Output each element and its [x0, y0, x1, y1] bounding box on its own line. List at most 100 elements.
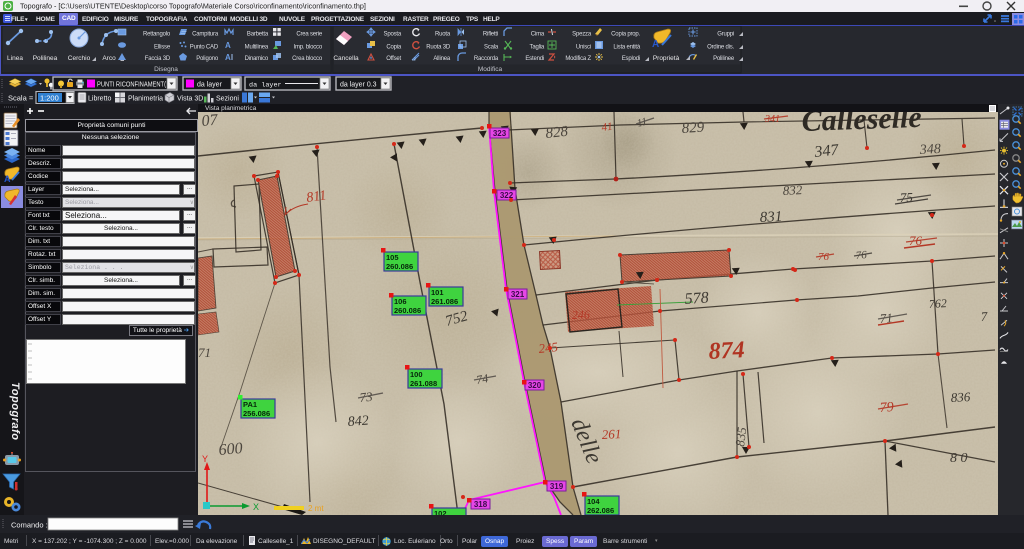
svg-text:A: A [225, 53, 231, 62]
svg-text:261.086: 261.086 [431, 297, 458, 306]
svg-text:Unisci: Unisci [576, 45, 591, 51]
svg-text:347: 347 [813, 141, 841, 161]
svg-text:Dinamico: Dinamico [245, 56, 269, 62]
svg-text:71: 71 [198, 345, 211, 360]
svg-text:Scala =: Scala = [8, 94, 34, 103]
svg-text:Disegna: Disegna [154, 66, 178, 73]
svg-text:da layer: da layer [249, 82, 282, 90]
svg-text:319: 319 [550, 482, 564, 491]
svg-text:Raccorda: Raccorda [474, 56, 499, 62]
svg-text:100: 100 [410, 370, 423, 379]
svg-text:Poligono: Poligono [196, 56, 219, 62]
svg-text:261.088: 261.088 [410, 379, 437, 388]
svg-text:101: 101 [431, 288, 444, 297]
svg-text:A: A [225, 41, 231, 50]
svg-text:106: 106 [394, 297, 407, 306]
svg-text:Polilinea: Polilinea [33, 55, 58, 62]
svg-text:2 mt: 2 mt [308, 504, 324, 513]
svg-text:835: 835 [732, 426, 749, 448]
svg-text:260.086: 260.086 [386, 262, 413, 271]
svg-text:Cancella: Cancella [333, 55, 359, 62]
svg-text:Copia: Copia [386, 45, 402, 51]
svg-text:A: A [4, 174, 11, 184]
svg-text:Scala: Scala [484, 45, 499, 51]
svg-text:762: 762 [928, 296, 947, 311]
svg-text:8 0: 8 0 [950, 451, 968, 466]
svg-text:318: 318 [474, 500, 488, 509]
svg-text:831: 831 [759, 209, 782, 226]
svg-text:7: 7 [980, 309, 988, 324]
svg-text:1:200: 1:200 [40, 94, 59, 103]
svg-text:Linea: Linea [7, 55, 23, 62]
svg-text:PUNTI RICONFINAMENT(: PUNTI RICONFINAMENT( [97, 82, 167, 89]
svg-text:Punto CAD: Punto CAD [190, 45, 219, 51]
svg-text:Crea serie: Crea serie [296, 32, 323, 38]
svg-text:836: 836 [950, 389, 971, 405]
svg-text:104: 104 [587, 497, 600, 506]
svg-text:Ellisse: Ellisse [154, 45, 171, 51]
svg-text:Rifletti: Rifletti [483, 32, 498, 38]
svg-text:Arco: Arco [102, 55, 116, 62]
svg-text:828: 828 [545, 124, 570, 142]
svg-text:Allinea: Allinea [433, 56, 450, 62]
svg-text:Planimetria: Planimetria [128, 96, 163, 103]
svg-text:246: 246 [572, 307, 590, 322]
svg-text:842: 842 [347, 414, 369, 430]
svg-text:Modifica Z: Modifica Z [565, 56, 591, 62]
svg-text:105: 105 [386, 253, 399, 262]
svg-text:Offset: Offset [386, 56, 401, 62]
svg-text:Imp. blocco: Imp. blocco [294, 45, 323, 51]
svg-text:07: 07 [201, 112, 219, 130]
svg-text:341: 341 [764, 114, 780, 125]
svg-text:Cima: Cima [531, 32, 545, 38]
svg-text:321: 321 [511, 290, 525, 299]
svg-text:Faccia 3D: Faccia 3D [145, 56, 171, 62]
svg-text:Ordine dis.: Ordine dis. [707, 45, 734, 51]
svg-text:da layer 0.3: da layer 0.3 [340, 82, 377, 89]
svg-text:Y: Y [202, 454, 208, 464]
svg-text:41: 41 [601, 121, 614, 134]
svg-text:829: 829 [681, 119, 705, 137]
svg-text:Vista 3D: Vista 3D [177, 96, 203, 103]
svg-text:Campitura: Campitura [192, 32, 219, 38]
svg-text:600: 600 [218, 440, 243, 459]
svg-text:Sezioni: Sezioni [216, 96, 239, 103]
svg-text:Multilinea: Multilinea [245, 45, 269, 51]
svg-text:Calleselle: Calleselle [801, 112, 922, 138]
svg-text:Modifica: Modifica [478, 66, 503, 73]
svg-text:260.086: 260.086 [394, 306, 421, 315]
svg-text:X: X [253, 502, 259, 512]
svg-text:256.086: 256.086 [243, 409, 270, 418]
svg-text:Cerchio: Cerchio [68, 55, 91, 62]
svg-text:Taglia: Taglia [530, 45, 545, 51]
svg-text:578: 578 [684, 289, 709, 308]
svg-text:Libretto: Libretto [88, 96, 111, 103]
svg-text:Estendi: Estendi [525, 56, 544, 62]
svg-text:Gruppi: Gruppi [717, 32, 734, 38]
svg-text:Lista entità: Lista entità [613, 45, 640, 51]
svg-text:874: 874 [708, 337, 745, 365]
svg-text:PA1: PA1 [243, 400, 257, 409]
svg-text:Polilinee: Polilinee [713, 56, 735, 62]
svg-text:Sposta: Sposta [384, 32, 402, 38]
svg-text:da layer: da layer [197, 82, 223, 89]
svg-text:261: 261 [601, 426, 621, 442]
svg-text:Topografo - [C:\Users\UTENTE: Topografo - [C:\Users\UTENTE\Desktop\cor… [20, 2, 366, 11]
svg-text:Copia prop.: Copia prop. [611, 32, 640, 38]
svg-text:323: 323 [493, 129, 507, 138]
svg-text:Spezza: Spezza [572, 32, 592, 38]
svg-text:348: 348 [918, 142, 941, 158]
svg-text:320: 320 [528, 381, 542, 390]
svg-text:811: 811 [305, 188, 327, 206]
svg-text:832: 832 [782, 182, 803, 198]
svg-text:Crea blocco: Crea blocco [292, 56, 323, 62]
svg-text:Esplodi: Esplodi [622, 56, 640, 62]
svg-text:Ruota: Ruota [435, 32, 451, 38]
svg-text:262.086: 262.086 [587, 506, 614, 515]
svg-text:Rettangolo: Rettangolo [143, 32, 171, 38]
svg-text:Barbetta: Barbetta [247, 32, 269, 38]
svg-text:Proprietà: Proprietà [653, 55, 680, 62]
svg-text:Comando :: Comando : [11, 521, 48, 530]
svg-text:Ruota 3D: Ruota 3D [426, 45, 451, 51]
svg-text:A: A [652, 39, 659, 50]
